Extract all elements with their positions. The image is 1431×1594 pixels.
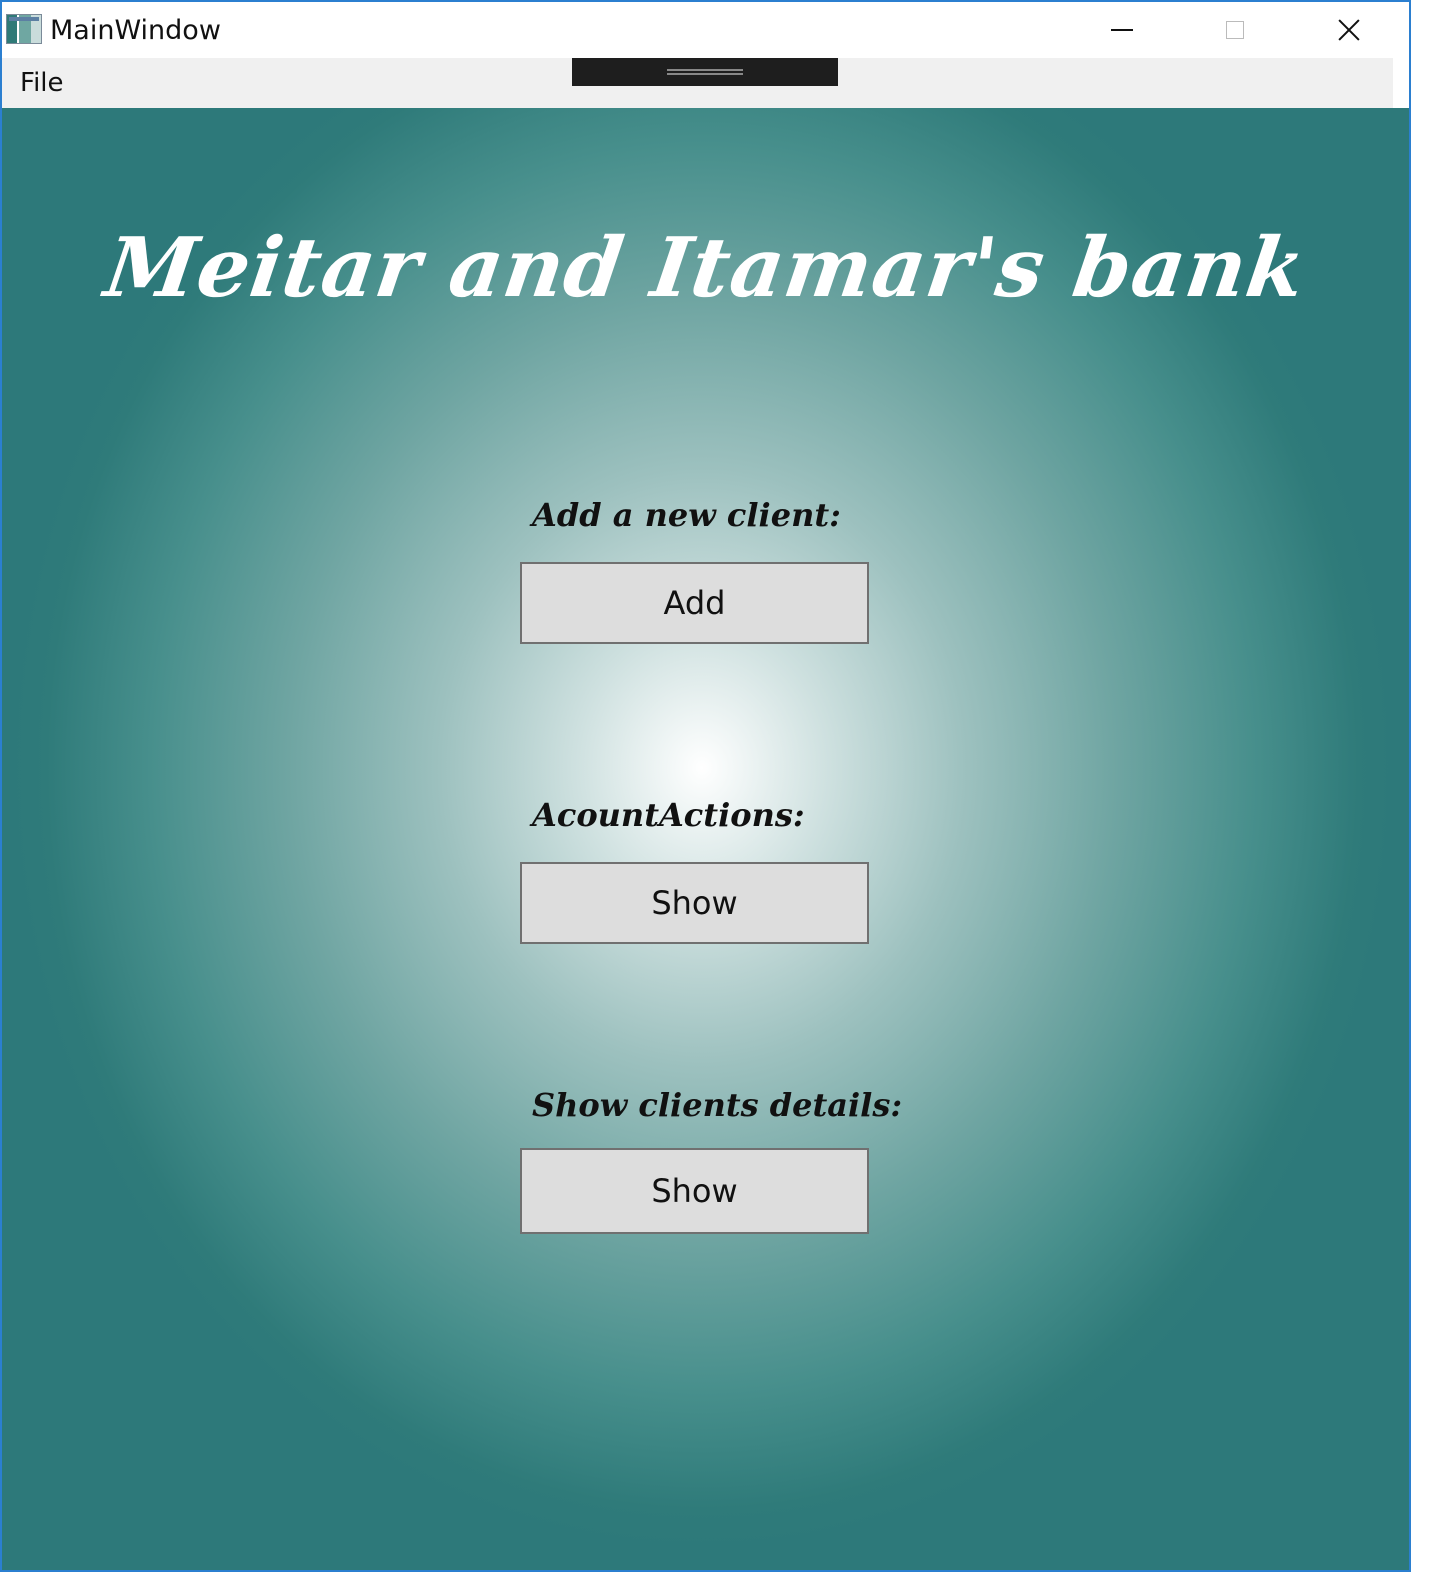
debug-toolbar[interactable] <box>572 58 838 86</box>
main-window: MainWindow File Meitar and Itamar's bank… <box>0 0 1411 1572</box>
grip-handle-icon[interactable] <box>667 69 743 75</box>
close-button[interactable] <box>1304 2 1394 58</box>
add-client-button[interactable]: Add <box>520 562 869 644</box>
minimize-button[interactable] <box>1077 2 1167 58</box>
menu-item-file[interactable]: File <box>20 66 64 100</box>
account-actions-show-button[interactable]: Show <box>520 862 869 944</box>
app-icon <box>6 14 42 44</box>
maximize-button[interactable] <box>1190 2 1280 58</box>
client-details-label: Show clients details: <box>532 1086 903 1124</box>
account-actions-label: AcountActions: <box>532 796 805 834</box>
client-details-show-button[interactable]: Show <box>520 1148 869 1234</box>
window-title: MainWindow <box>50 15 221 46</box>
page-title: Meitar and Itamar's bank <box>99 220 1312 316</box>
main-content: Meitar and Itamar's bank Add a new clien… <box>2 108 1409 1570</box>
minimize-icon <box>1111 29 1133 31</box>
maximize-icon <box>1226 21 1244 39</box>
close-icon <box>1338 19 1360 41</box>
add-client-label: Add a new client: <box>532 496 841 534</box>
menu-bar: File <box>2 58 1393 108</box>
title-bar[interactable]: MainWindow <box>2 2 1409 58</box>
